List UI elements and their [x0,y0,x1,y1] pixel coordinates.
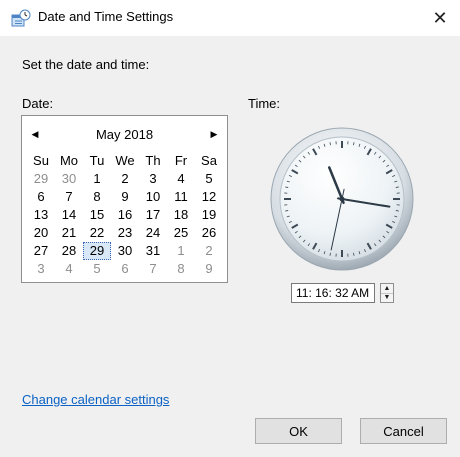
change-calendar-settings-link[interactable]: Change calendar settings [22,392,169,407]
time-spinner[interactable]: ▲ ▼ [380,283,394,303]
month-title[interactable]: May 2018 [22,127,227,142]
calendar-day[interactable]: 11 [167,188,195,206]
calendar-day[interactable]: 14 [55,206,83,224]
calendar-day[interactable]: 8 [167,260,195,278]
calendar-day[interactable]: 15 [83,206,111,224]
weekday-header: We [115,153,135,168]
clock-face [270,127,414,271]
calendar-day[interactable]: 12 [195,188,223,206]
time-field[interactable]: 11: 16: 32 AM [291,283,375,303]
triangle-down-icon: ▼ [383,294,391,301]
calendar-day[interactable]: 31 [139,242,167,260]
calendar-day[interactable]: 4 [55,260,83,278]
calendar-day[interactable]: 1 [83,170,111,188]
calendar-day[interactable]: 5 [83,260,111,278]
calendar-day[interactable]: 16 [111,206,139,224]
calendar-day[interactable]: 17 [139,206,167,224]
calendar-day[interactable]: 26 [195,224,223,242]
calendar-day[interactable]: 5 [195,170,223,188]
calendar-day[interactable]: 3 [27,260,55,278]
weekday-header: Mo [59,153,79,168]
date-time-settings-icon [11,9,31,27]
weekday-header: Tu [89,153,105,168]
calendar-day[interactable]: 8 [83,188,111,206]
calendar-day[interactable]: 7 [55,188,83,206]
calendar-day[interactable]: 24 [139,224,167,242]
calendar-day[interactable]: 29 [27,170,55,188]
title-bar: Date and Time Settings ✕ [0,0,460,36]
calendar-day[interactable]: 9 [195,260,223,278]
calendar-day[interactable]: 23 [111,224,139,242]
cancel-button[interactable]: Cancel [360,418,447,444]
calendar-day[interactable]: 18 [167,206,195,224]
analog-clock [269,126,415,272]
calendar-day[interactable]: 4 [167,170,195,188]
calendar-day[interactable]: 21 [55,224,83,242]
calendar-day[interactable]: 25 [167,224,195,242]
calendar-day[interactable]: 27 [27,242,55,260]
calendar-day[interactable]: 6 [111,260,139,278]
calendar-nav: ◀ May 2018 ▶ [22,125,227,143]
close-icon: ✕ [432,7,448,28]
calendar-day[interactable]: 2 [195,242,223,260]
ok-button[interactable]: OK [255,418,342,444]
weekday-header: Th [145,153,161,168]
calendar-day[interactable]: 3 [139,170,167,188]
calendar-day[interactable]: 19 [195,206,223,224]
calendar-day[interactable]: 13 [27,206,55,224]
triangle-right-icon: ▶ [210,128,218,139]
calendar-grid: Su Mo Tu We Th Fr Sa 29 30 1 2 3 4 5 6 7 8 9 10 11 12 13 14 15 1… [27,152,223,278]
calendar-day[interactable]: 1 [167,242,195,260]
calendar-day[interactable]: 29 [83,242,111,260]
window-title: Date and Time Settings [38,9,174,24]
calendar-day[interactable]: 30 [55,170,83,188]
calendar-day[interactable]: 9 [111,188,139,206]
calendar-day[interactable]: 2 [111,170,139,188]
calendar-day[interactable]: 28 [55,242,83,260]
page-heading: Set the date and time: [22,57,150,72]
weekday-header: Fr [174,153,188,168]
calendar-day[interactable]: 22 [83,224,111,242]
weekday-header: Sa [201,153,217,168]
spin-down-button[interactable]: ▼ [381,293,393,302]
next-month-button[interactable]: ▶ [205,125,223,143]
close-button[interactable]: ✕ [420,0,460,36]
calendar-day[interactable]: 20 [27,224,55,242]
weekday-header: Su [33,153,49,168]
date-label: Date: [22,96,54,111]
calendar: ◀ May 2018 ▶ Su Mo Tu We Th Fr Sa 29 30 1 2 3 4 5 6 7 8 9… [21,115,228,283]
time-label: Time: [248,96,281,111]
triangle-up-icon: ▲ [383,285,391,292]
calendar-day[interactable]: 7 [139,260,167,278]
calendar-day[interactable]: 30 [111,242,139,260]
calendar-day[interactable]: 10 [139,188,167,206]
calendar-day[interactable]: 6 [27,188,55,206]
